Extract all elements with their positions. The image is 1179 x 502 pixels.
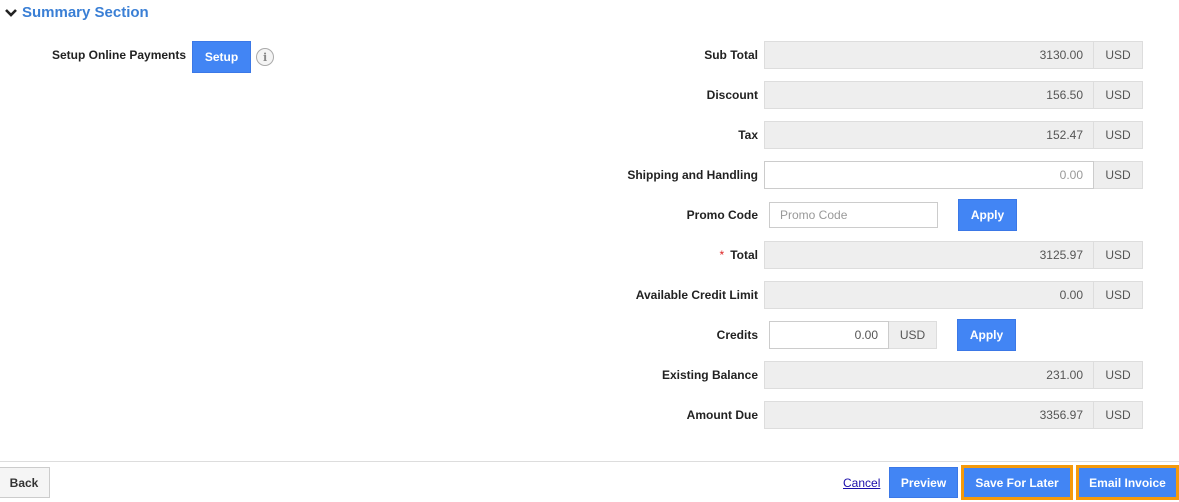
promo-code-input[interactable] [769,202,938,228]
existing-balance-label: Existing Balance [661,368,758,382]
amount-due-row: Amount Due 3356.97 USD [600,400,1160,430]
credit-limit-row: Available Credit Limit 0.00 USD [600,280,1160,310]
sub-total-currency: USD [1094,41,1143,69]
shipping-row: Shipping and Handling 0.00 USD [600,160,1160,190]
credit-limit-value: 0.00 [764,281,1094,309]
credits-apply-button[interactable]: Apply [957,319,1016,351]
total-row: * Total 3125.97 USD [600,240,1160,270]
credits-currency: USD [889,321,937,349]
tax-row: Tax 152.47 USD [600,120,1160,150]
discount-currency: USD [1094,81,1143,109]
summary-section-toggle[interactable]: Summary Section [4,4,149,21]
amount-due-label: Amount Due [686,408,758,422]
setup-button[interactable]: Setup [192,41,252,73]
amount-due-value: 3356.97 [764,401,1094,429]
existing-balance-value: 231.00 [764,361,1094,389]
discount-value: 156.50 [764,81,1094,109]
sub-total-label: Sub Total [704,48,758,62]
discount-row: Discount 156.50 USD [600,80,1160,110]
credit-limit-currency: USD [1094,281,1143,309]
amount-due-currency: USD [1094,401,1143,429]
promo-row: Promo Code Apply [600,199,1160,231]
online-payments-row: Setup Online Payments Setup i [52,41,275,73]
required-mark: * [719,248,725,262]
tax-label: Tax [738,128,758,142]
cancel-link[interactable]: Cancel [843,476,880,490]
credits-input[interactable]: 0.00 [769,321,889,349]
tax-currency: USD [1094,121,1143,149]
email-invoice-button[interactable]: Email Invoice [1076,465,1179,500]
section-title: Summary Section [22,4,149,21]
sub-total-row: Sub Total 3130.00 USD [600,40,1160,70]
credit-limit-label: Available Credit Limit [635,288,758,302]
total-label-wrap: * Total [600,248,764,262]
back-button[interactable]: Back [0,467,50,498]
total-label: Total [730,248,758,262]
preview-button[interactable]: Preview [889,467,958,498]
shipping-label: Shipping and Handling [627,168,758,182]
save-for-later-button[interactable]: Save For Later [961,465,1073,500]
credits-label: Credits [716,328,758,342]
promo-apply-button[interactable]: Apply [958,199,1017,231]
tax-value: 152.47 [764,121,1094,149]
credits-row: Credits 0.00 USD Apply [600,319,1160,351]
existing-balance-currency: USD [1094,361,1143,389]
footer-divider [0,461,1179,462]
chevron-down-icon [5,8,17,17]
info-icon[interactable]: i [256,48,275,66]
sub-total-value: 3130.00 [764,41,1094,69]
discount-label: Discount [706,88,758,102]
total-currency: USD [1094,241,1143,269]
online-payments-label: Setup Online Payments [52,48,187,62]
total-value: 3125.97 [764,241,1094,269]
shipping-input[interactable]: 0.00 [764,161,1094,189]
shipping-currency: USD [1094,161,1143,189]
existing-balance-row: Existing Balance 231.00 USD [600,360,1160,390]
promo-label: Promo Code [686,208,758,222]
